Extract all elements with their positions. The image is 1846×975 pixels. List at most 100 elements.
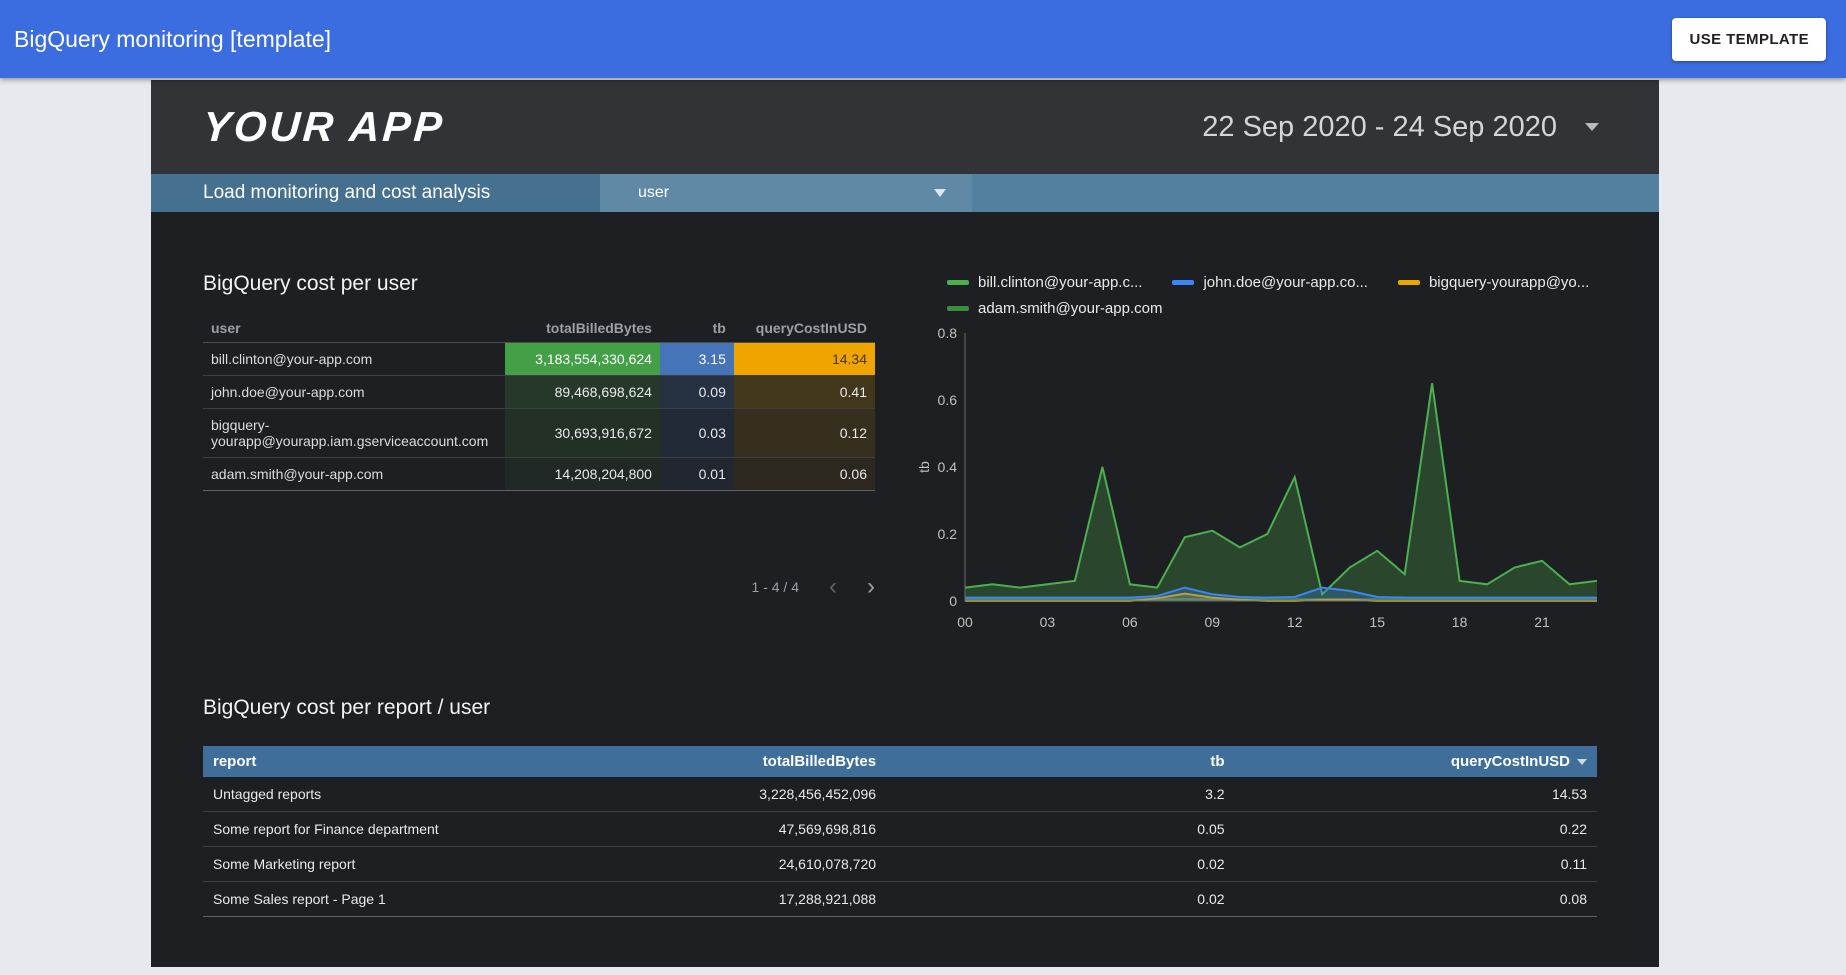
dashboard: YOUR APP 22 Sep 2020 - 24 Sep 2020 Load …	[151, 80, 1659, 967]
chevron-down-icon	[934, 189, 946, 197]
cell-tb: 0.09	[660, 376, 734, 409]
cell-totalbilledbytes: 24,610,078,720	[649, 847, 886, 882]
cell-user: adam.smith@your-app.com	[203, 458, 505, 491]
prev-page-icon[interactable]: ‹	[829, 575, 837, 599]
svg-text:0.6: 0.6	[938, 392, 958, 408]
series-color-swatch	[947, 280, 969, 285]
column-header-tb[interactable]: tb	[886, 746, 1235, 777]
series-color-swatch	[1398, 280, 1420, 285]
legend-label: bill.clinton@your-app.c...	[978, 274, 1142, 291]
svg-text:06: 06	[1122, 614, 1138, 630]
svg-text:15: 15	[1369, 614, 1385, 630]
svg-text:03: 03	[1040, 614, 1056, 630]
sort-desc-icon	[1577, 759, 1587, 765]
cell-querycostinusd: 0.11	[1235, 847, 1597, 882]
legend-label: adam.smith@your-app.com	[978, 300, 1162, 317]
legend-label: bigquery-yourapp@yo...	[1429, 274, 1589, 291]
cell-tb: 0.01	[660, 458, 734, 491]
cell-tb: 0.02	[886, 882, 1235, 917]
use-template-button[interactable]: USE TEMPLATE	[1672, 18, 1826, 61]
column-header-querycostinusd[interactable]: queryCostInUSD	[1235, 746, 1597, 777]
cost-per-user-chart-block: bill.clinton@your-app.c... john.doe@your…	[909, 272, 1607, 640]
cell-querycostinusd: 0.41	[734, 376, 875, 409]
next-page-icon[interactable]: ›	[867, 575, 875, 599]
table-row: Some Sales report - Page 1 17,288,921,08…	[203, 882, 1597, 917]
table-row: adam.smith@your-app.com 14,208,204,800 0…	[203, 458, 875, 491]
table-row: Untagged reports 3,228,456,452,096 3.2 1…	[203, 777, 1597, 812]
legend-item[interactable]: bill.clinton@your-app.c...	[947, 274, 1142, 291]
app-logo: YOUR APP	[201, 103, 446, 151]
svg-text:21: 21	[1534, 614, 1550, 630]
cell-querycostinusd: 0.06	[734, 458, 875, 491]
column-header-user[interactable]: user	[203, 314, 505, 343]
svg-text:18: 18	[1452, 614, 1468, 630]
cell-querycostinusd: 0.08	[1235, 882, 1597, 917]
date-range-picker[interactable]: 22 Sep 2020 - 24 Sep 2020	[1202, 111, 1599, 144]
cost-per-report-table: report totalBilledBytes tb queryCostInUS…	[203, 746, 1597, 917]
svg-text:12: 12	[1287, 614, 1303, 630]
cell-totalbilledbytes: 47,569,698,816	[649, 812, 886, 847]
cell-user: john.doe@your-app.com	[203, 376, 505, 409]
user-filter-value: user	[638, 184, 669, 202]
legend-item[interactable]: john.doe@your-app.co...	[1172, 274, 1368, 291]
cell-querycostinusd: 0.12	[734, 409, 875, 458]
cell-querycostinusd: 14.34	[734, 343, 875, 376]
cost-per-user-section: BigQuery cost per user user totalBilledB…	[203, 272, 1597, 640]
svg-text:00: 00	[957, 614, 973, 630]
legend-label: john.doe@your-app.co...	[1203, 274, 1368, 291]
date-range-value: 22 Sep 2020 - 24 Sep 2020	[1202, 111, 1557, 144]
cell-report: Some Sales report - Page 1	[203, 882, 649, 917]
cell-report: Untagged reports	[203, 777, 649, 812]
cell-tb: 0.02	[886, 847, 1235, 882]
column-header-totalbilledbytes[interactable]: totalBilledBytes	[505, 314, 660, 343]
cell-totalbilledbytes: 30,693,916,672	[505, 409, 660, 458]
cost-per-report-title: BigQuery cost per report / user	[203, 696, 1597, 720]
column-header-tb[interactable]: tb	[660, 314, 734, 343]
cell-tb: 3.15	[660, 343, 734, 376]
cell-totalbilledbytes: 17,288,921,088	[649, 882, 886, 917]
cell-tb: 0.05	[886, 812, 1235, 847]
cost-per-user-title: BigQuery cost per user	[203, 272, 909, 296]
cell-user: bigquery-yourapp@yourapp.iam.gserviceacc…	[203, 409, 505, 458]
cost-per-report-section: BigQuery cost per report / user report t…	[203, 696, 1597, 917]
series-color-swatch	[1172, 280, 1194, 285]
user-filter-dropdown[interactable]: user	[600, 174, 972, 212]
column-header-label: queryCostInUSD	[1451, 753, 1570, 770]
column-header-totalbilledbytes[interactable]: totalBilledBytes	[649, 746, 886, 777]
series-color-swatch	[947, 306, 969, 311]
cell-user: bill.clinton@your-app.com	[203, 343, 505, 376]
dashboard-content: BigQuery cost per user user totalBilledB…	[151, 272, 1659, 917]
svg-text:0: 0	[949, 593, 957, 609]
svg-text:tb: tb	[917, 461, 932, 473]
filter-bar: Load monitoring and cost analysis user	[151, 174, 1659, 212]
page-title-tab: Load monitoring and cost analysis	[151, 174, 600, 212]
table-row: bigquery-yourapp@yourapp.iam.gserviceacc…	[203, 409, 875, 458]
cell-totalbilledbytes: 14,208,204,800	[505, 458, 660, 491]
table-header-row: report totalBilledBytes tb queryCostInUS…	[203, 746, 1597, 777]
svg-text:0.2: 0.2	[938, 526, 958, 542]
table-row: Some report for Finance department 47,56…	[203, 812, 1597, 847]
legend-item[interactable]: bigquery-yourapp@yo...	[1398, 274, 1589, 291]
svg-text:09: 09	[1205, 614, 1221, 630]
cell-report: Some report for Finance department	[203, 812, 649, 847]
cell-querycostinusd: 0.22	[1235, 812, 1597, 847]
cell-totalbilledbytes: 89,468,698,624	[505, 376, 660, 409]
topbar: BigQuery monitoring [template] USE TEMPL…	[0, 0, 1846, 78]
table-row: john.doe@your-app.com 89,468,698,624 0.0…	[203, 376, 875, 409]
table-row: Some Marketing report 24,610,078,720 0.0…	[203, 847, 1597, 882]
cell-report: Some Marketing report	[203, 847, 649, 882]
report-title: BigQuery monitoring [template]	[14, 26, 331, 53]
pagination-label: 1 - 4 / 4	[752, 579, 799, 595]
cell-querycostinusd: 14.53	[1235, 777, 1597, 812]
cell-tb: 3.2	[886, 777, 1235, 812]
chart-legend: bill.clinton@your-app.c... john.doe@your…	[947, 274, 1597, 317]
cost-per-user-table: user totalBilledBytes tb queryCostInUSD …	[203, 314, 875, 491]
table-header-row: user totalBilledBytes tb queryCostInUSD	[203, 314, 875, 343]
column-header-querycostinusd[interactable]: queryCostInUSD	[734, 314, 875, 343]
svg-text:0.8: 0.8	[938, 325, 958, 341]
cost-per-user-area-chart: 00.20.40.60.80003060912151821tb	[917, 325, 1607, 635]
cell-totalbilledbytes: 3,228,456,452,096	[649, 777, 886, 812]
column-header-report[interactable]: report	[203, 746, 649, 777]
dashboard-header: YOUR APP 22 Sep 2020 - 24 Sep 2020	[151, 80, 1659, 174]
legend-item[interactable]: adam.smith@your-app.com	[947, 300, 1162, 317]
